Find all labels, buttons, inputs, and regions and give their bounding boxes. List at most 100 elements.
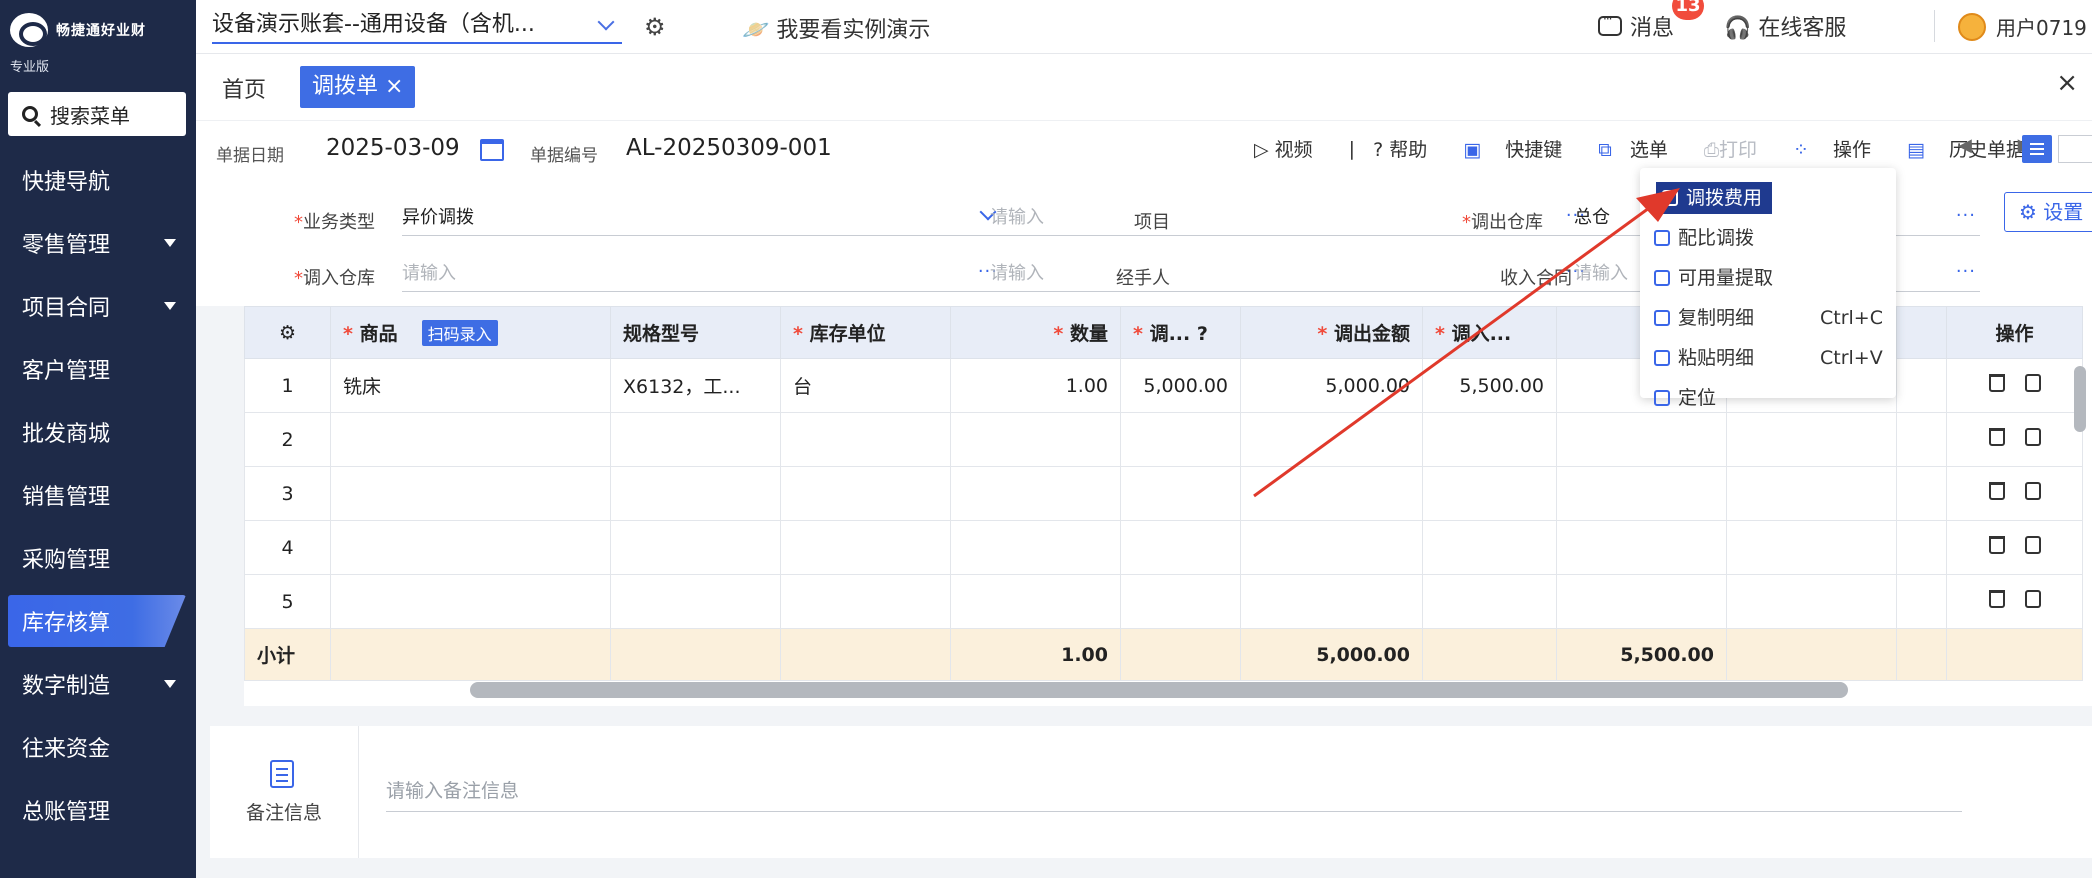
account-settings-icon[interactable]: ⚙	[644, 14, 666, 40]
close-all-icon[interactable]: ×	[2056, 68, 2078, 98]
settings-button[interactable]: ⚙ 设置	[2004, 192, 2092, 232]
cell-unit[interactable]	[780, 466, 951, 521]
table-row[interactable]: 2	[244, 412, 2083, 467]
delete-icon[interactable]	[1988, 374, 2005, 392]
cell-in_price[interactable]	[1422, 574, 1557, 629]
cell-product[interactable]: 铣床	[330, 358, 611, 413]
tab-home[interactable]: 首页	[222, 72, 266, 104]
sidebar-item-6[interactable]: 采购管理	[0, 532, 196, 584]
cell-out_price[interactable]	[1120, 466, 1241, 521]
cell-qty[interactable]	[950, 412, 1121, 467]
cell-spec[interactable]	[610, 574, 781, 629]
keyboard-icon: ▣	[1463, 139, 1482, 161]
subtotal-cell	[330, 628, 611, 681]
cell-unit[interactable]: 台	[780, 358, 951, 413]
cell-product[interactable]	[330, 466, 611, 521]
copy-row-icon[interactable]	[2024, 482, 2041, 500]
sidebar-item-2[interactable]: 项目合同	[0, 280, 196, 332]
subtotal-cell: 1.00	[950, 628, 1121, 681]
cell-out_amount[interactable]	[1240, 574, 1423, 629]
copy-row-icon[interactable]	[2024, 536, 2041, 554]
scan-entry-button[interactable]: 扫码录入	[421, 320, 498, 346]
menu-item-shortcut: Ctrl+V	[1820, 347, 1883, 369]
cell-in_price[interactable]	[1422, 520, 1557, 575]
cell-out_price[interactable]	[1120, 520, 1241, 575]
table-row[interactable]: 3	[244, 466, 2083, 521]
table-row[interactable]: 4	[244, 520, 2083, 575]
online-service-button[interactable]: 🎧 在线客服	[1724, 10, 1846, 42]
sidebar-item-0[interactable]: 快捷导航	[0, 154, 196, 206]
calendar-icon[interactable]	[480, 139, 504, 161]
video-button[interactable]: ▷ 视频	[1254, 135, 1331, 162]
cell-qty[interactable]: 1.00	[950, 358, 1121, 413]
messages-button[interactable]: 消息	[1598, 10, 1674, 42]
cell-product[interactable]	[330, 574, 611, 629]
sidebar-item-8[interactable]: 数字制造	[0, 658, 196, 710]
cell-out_amount[interactable]	[1240, 520, 1423, 575]
doc-date-value[interactable]: 2025-03-09	[326, 135, 460, 161]
copy-row-icon[interactable]	[2024, 374, 2041, 392]
sidebar-item-9[interactable]: 往来资金	[0, 721, 196, 773]
cell-product[interactable]	[330, 520, 611, 575]
delete-icon[interactable]	[1988, 536, 2005, 554]
sidebar-item-label: 往来资金	[22, 737, 111, 762]
sidebar-item-10[interactable]: 总账管理	[0, 784, 196, 836]
shortcuts-button[interactable]: ▣ 快捷键	[1463, 135, 1580, 162]
user-menu[interactable]: 用户0719	[1958, 12, 2087, 41]
sidebar-item-4[interactable]: 批发商城	[0, 406, 196, 458]
list-view-icon[interactable]	[2022, 135, 2052, 163]
cell-out_price[interactable]	[1120, 412, 1241, 467]
caret-down-icon	[164, 239, 176, 247]
copy-row-icon[interactable]	[2024, 590, 2041, 608]
cell-spec[interactable]	[610, 412, 781, 467]
tab-close-icon[interactable]: ×	[385, 74, 403, 99]
tab-transfer-order[interactable]: 调拨单 ×	[300, 66, 416, 108]
service-label: 在线客服	[1758, 16, 1847, 41]
cell-product[interactable]	[330, 412, 611, 467]
cell-qty[interactable]	[950, 574, 1121, 629]
cell-spec[interactable]	[610, 466, 781, 521]
delete-icon[interactable]	[1988, 482, 2005, 500]
sidebar-item-1[interactable]: 零售管理	[0, 217, 196, 269]
cell-in_amount[interactable]	[1556, 520, 1727, 575]
edition-label: 专业版	[10, 60, 50, 75]
cell-unit[interactable]	[780, 574, 951, 629]
cell-in_amount[interactable]	[1556, 574, 1727, 629]
sidebar-item-3[interactable]: 客户管理	[0, 343, 196, 395]
copy-row-icon[interactable]	[2024, 428, 2041, 446]
notes-section: 备注信息 请输入备注信息	[210, 726, 2092, 858]
sidebar-item-7[interactable]: 库存核算	[8, 595, 186, 647]
cell-unit[interactable]	[780, 412, 951, 467]
demo-link[interactable]: 🪐 我要看实例演示	[742, 12, 930, 44]
grid-view-icon[interactable]	[2058, 135, 2092, 163]
print-button[interactable]: ⎙打印	[1704, 135, 1775, 162]
select-order-button[interactable]: ⧉ 选单	[1598, 135, 1686, 162]
sidebar-item-label: 快捷导航	[22, 170, 111, 195]
cell-spec[interactable]: X6132，工...	[610, 358, 781, 413]
avatar	[1958, 12, 1986, 41]
vertical-scrollbar[interactable]	[2074, 366, 2086, 432]
cell-qty[interactable]	[950, 466, 1121, 521]
cell-unit[interactable]	[780, 520, 951, 575]
biz-type-select[interactable]: 异价调拨	[402, 203, 1002, 236]
column-settings-icon[interactable]: ⚙	[244, 306, 331, 359]
help-button[interactable]: ? 帮助	[1373, 135, 1445, 162]
subtotal-cell	[1726, 628, 1897, 681]
notes-input[interactable]: 请输入备注信息	[386, 776, 1962, 812]
sidebar: 畅捷通好业财 专业版 搜索菜单 快捷导航 零售管理 项目合同 客户管理 批发商城 销售管理…	[0, 0, 196, 878]
cell-extra	[1726, 466, 1897, 521]
account-selector[interactable]: 设备演示账套--通用设备（含机...	[212, 10, 622, 44]
horizontal-scrollbar[interactable]	[470, 682, 1848, 698]
message-count-badge: 13	[1672, 0, 1704, 20]
delete-icon[interactable]	[1988, 590, 2005, 608]
cell-out_price[interactable]	[1120, 574, 1241, 629]
cell-qty[interactable]	[950, 520, 1121, 575]
col-spec: 规格型号	[610, 306, 781, 359]
sidebar-item-5[interactable]: 销售管理	[0, 469, 196, 521]
search-menu-button[interactable]: 搜索菜单	[8, 92, 186, 136]
table-row[interactable]: 5	[244, 574, 2083, 629]
cell-out_price[interactable]: 5,000.00	[1120, 358, 1241, 413]
delete-icon[interactable]	[1988, 428, 2005, 446]
operate-button[interactable]: ⁘ 操作	[1793, 135, 1889, 162]
cell-spec[interactable]	[610, 520, 781, 575]
